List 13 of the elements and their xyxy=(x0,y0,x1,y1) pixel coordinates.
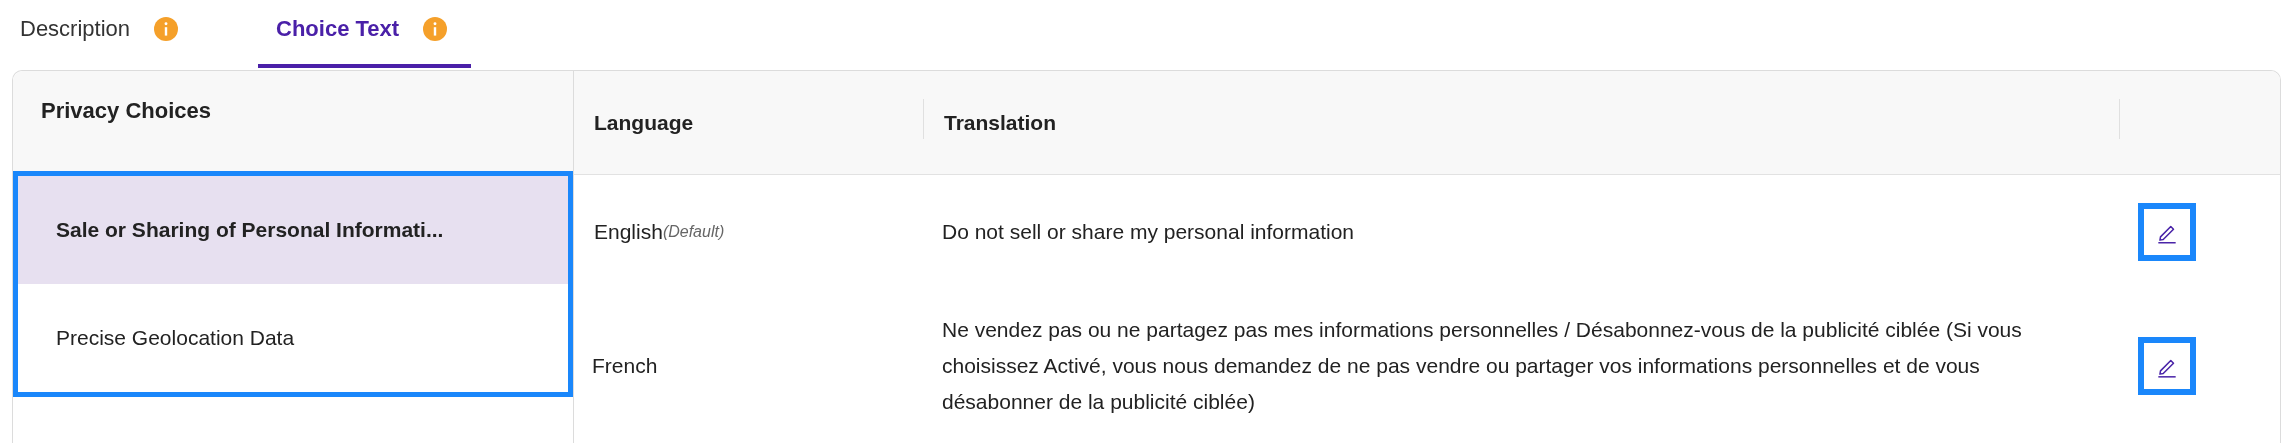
table-cell-text: Do not sell or share my personal information xyxy=(942,218,1355,245)
table-cell-text: French xyxy=(592,352,658,379)
default-note: (Default) xyxy=(662,221,725,240)
table-cell-text: English xyxy=(594,218,663,245)
column-header: Privacy Choices xyxy=(13,71,573,173)
tab[interactable]: Description xyxy=(18,0,203,68)
edit-button[interactable] xyxy=(2138,202,2196,261)
list-item[interactable]: Sale or Sharing of Personal Informati... xyxy=(18,176,568,284)
column-header: Language xyxy=(594,110,694,135)
table-cell-text: Ne vendez pas ou ne partagez pas mes informations personnelles / Désabonnez-vous de la publicité ciblée (Si vous choisissez Activé, vous nous demandez de ne pas vendre ou partager vos informations personnelles et de vous désabonner de la publicité ciblée) xyxy=(942,316,2023,415)
list-item[interactable]: Precise Geolocation Data xyxy=(18,284,568,392)
column-header: Translation xyxy=(944,110,1057,135)
edit-button[interactable] xyxy=(2138,336,2196,395)
